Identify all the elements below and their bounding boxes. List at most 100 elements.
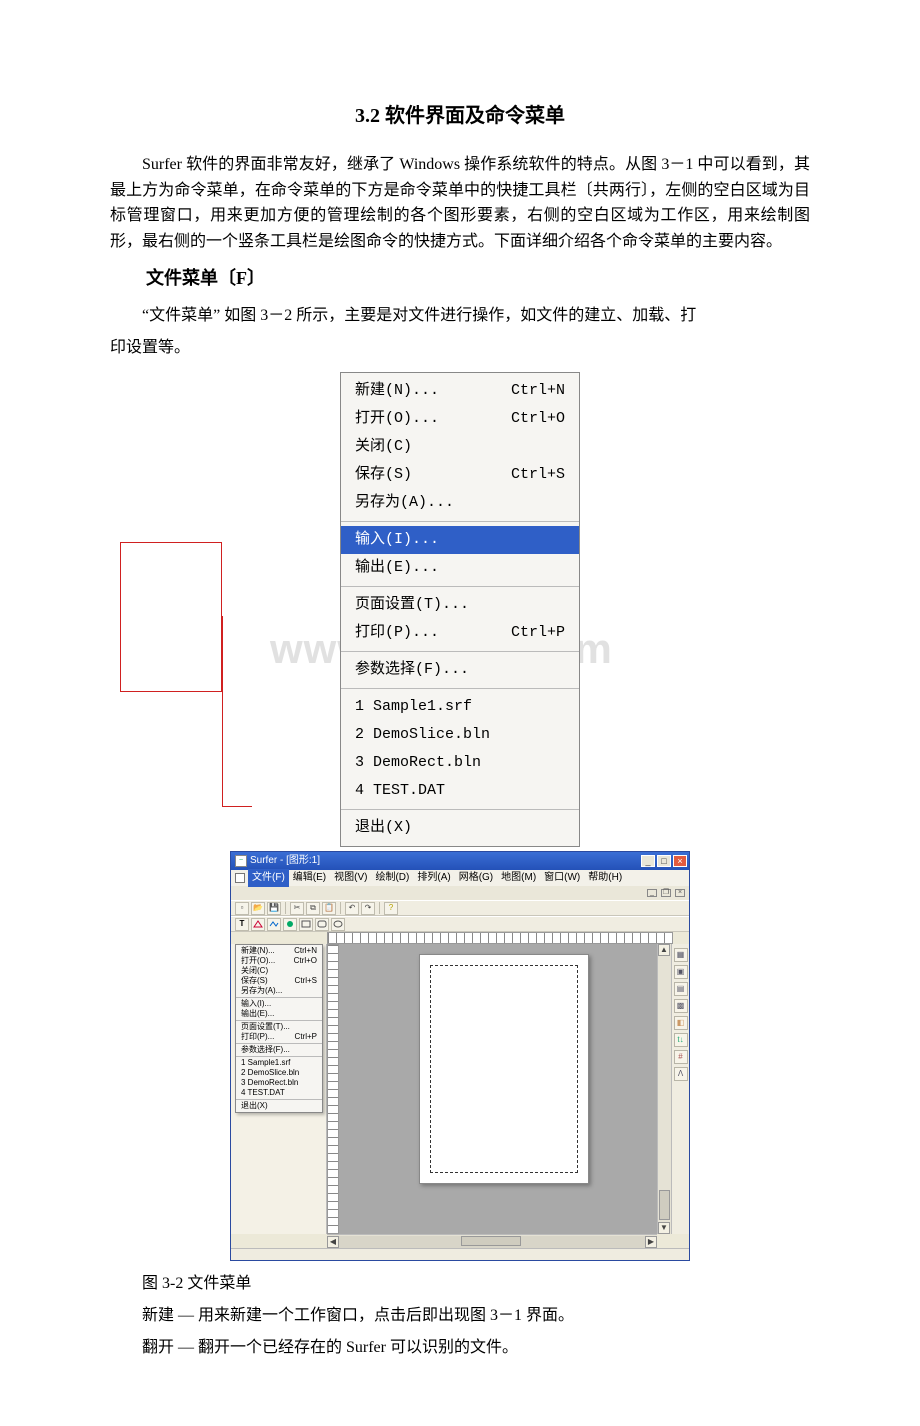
menu-item-import[interactable]: 输入(I)... (341, 526, 579, 554)
callout-connector-h (222, 806, 252, 807)
menu-item-page-setup[interactable]: 页面设置(T)... (341, 591, 579, 619)
tool-polyline-icon[interactable] (267, 918, 281, 931)
menu-help[interactable]: 帮助(H) (584, 869, 626, 887)
menu-item-open[interactable]: 打开(O)...Ctrl+O (341, 405, 579, 433)
tool-rectangle-icon[interactable] (299, 918, 313, 931)
maximize-button[interactable]: □ (657, 855, 671, 867)
menu-item-new[interactable]: 新建(N)...Ctrl+N (341, 377, 579, 405)
menu-edit[interactable]: 编辑(E) (289, 869, 330, 887)
menu-grid[interactable]: 网格(G) (455, 869, 497, 887)
paragraph-open: 翻开 — 翻开一个已经存在的 Surfer 可以识别的文件。 (110, 1335, 810, 1361)
menu-item-recent-1[interactable]: 1 Sample1.srf (341, 693, 579, 721)
tool-redo-icon[interactable]: ↷ (361, 902, 375, 915)
minimize-button[interactable]: _ (641, 855, 655, 867)
menu-map[interactable]: 地图(M) (497, 869, 540, 887)
scrollbar-vertical[interactable]: ▲ ▼ (657, 944, 671, 1234)
mdi-restore-button[interactable]: ❐ (661, 889, 671, 897)
paragraph-2b: 印设置等。 (110, 335, 810, 361)
menu-view[interactable]: 视图(V) (330, 869, 371, 887)
scroll-down-icon[interactable]: ▼ (658, 1222, 670, 1234)
paragraph-1: Surfer 软件的界面非常友好，继承了 Windows 操作系统软件的特点。从… (110, 152, 810, 254)
menu-file[interactable]: 文件(F) (248, 869, 289, 887)
menu-item-preferences[interactable]: 参数选择(F)... (341, 656, 579, 684)
scroll-thumb-v[interactable] (659, 1190, 670, 1220)
menu-item-recent-2[interactable]: 2 DemoSlice.bln (341, 721, 579, 749)
tool-open-icon[interactable]: 📂 (251, 902, 265, 915)
scroll-thumb-h[interactable] (461, 1236, 521, 1246)
file-menu-dropdown: 新建(N)...Ctrl+N 打开(O)...Ctrl+O 关闭(C) 保存(S… (235, 944, 323, 1113)
map-wireframe-icon[interactable]: # (674, 1050, 688, 1064)
toolbar-row-1: ▫ 📂 💾 ✂ ⧉ 📋 ↶ ↷ ? (231, 900, 689, 916)
statusbar (231, 1248, 689, 1260)
window-titlebar[interactable]: ~ Surfer - [图形:1] _ □ × (231, 852, 689, 870)
sm-print[interactable]: 打印(P)...Ctrl+P (236, 1032, 322, 1042)
toolbar-row-2: T (231, 916, 689, 932)
tool-symbol-icon[interactable] (283, 918, 297, 931)
sm-save[interactable]: 保存(S)Ctrl+S (236, 976, 322, 986)
sm-recent-1[interactable]: 1 Sample1.srf (236, 1058, 322, 1068)
window-title: Surfer - [图形:1] (250, 853, 320, 869)
menu-item-recent-3[interactable]: 3 DemoRect.bln (341, 749, 579, 777)
sm-export[interactable]: 输出(E)... (236, 1009, 322, 1019)
scroll-left-icon[interactable]: ◀ (327, 1236, 339, 1248)
sm-preferences[interactable]: 参数选择(F)... (236, 1045, 322, 1055)
menu-item-save[interactable]: 保存(S)Ctrl+S (341, 461, 579, 489)
tool-save-icon[interactable]: 💾 (267, 902, 281, 915)
menu-item-saveas[interactable]: 另存为(A)... (341, 489, 579, 517)
sm-recent-3[interactable]: 3 DemoRect.bln (236, 1078, 322, 1088)
map-surface-icon[interactable]: Λ (674, 1067, 688, 1081)
scroll-right-icon[interactable]: ▶ (645, 1236, 657, 1248)
sm-recent-4[interactable]: 4 TEST.DAT (236, 1088, 322, 1098)
callout-connector-v (222, 616, 223, 806)
tool-ellipse-icon[interactable] (331, 918, 345, 931)
menu-draw[interactable]: 绘制(D) (371, 869, 413, 887)
drawing-canvas[interactable] (339, 944, 657, 1234)
sm-open[interactable]: 打开(O)...Ctrl+O (236, 956, 322, 966)
sm-close[interactable]: 关闭(C) (236, 966, 322, 976)
sm-recent-2[interactable]: 2 DemoSlice.bln (236, 1068, 322, 1078)
scrollbar-horizontal[interactable]: ◀ ▶ (327, 1234, 657, 1248)
subheading-file-menu: 文件菜单〔F〕 (110, 264, 810, 293)
app-icon: ~ (235, 855, 247, 867)
scroll-up-icon[interactable]: ▲ (658, 944, 670, 956)
callout-box (120, 542, 222, 692)
section-title: 3.2 软件界面及命令菜单 (110, 100, 810, 132)
mdi-minimize-button[interactable]: _ (647, 889, 657, 897)
menu-item-close[interactable]: 关闭(C) (341, 433, 579, 461)
paragraph-2a: “文件菜单” 如图 3－2 所示，主要是对文件进行操作，如文件的建立、加载、打 (110, 303, 810, 329)
tool-new-icon[interactable]: ▫ (235, 902, 249, 915)
tool-cut-icon[interactable]: ✂ (290, 902, 304, 915)
menu-item-exit[interactable]: 退出(X) (341, 814, 579, 842)
menu-arrange[interactable]: 排列(A) (413, 869, 454, 887)
tool-copy-icon[interactable]: ⧉ (306, 902, 320, 915)
tool-polygon-icon[interactable] (251, 918, 265, 931)
page (419, 954, 589, 1184)
surfer-app-window: ~ Surfer - [图形:1] _ □ × 文件(F) 编辑(E) 视图(V… (230, 851, 690, 1261)
paragraph-new: 新建 — 用来新建一个工作窗口，点击后即出现图 3－1 界面。 (110, 1303, 810, 1329)
map-vector-icon[interactable]: t↓ (674, 1033, 688, 1047)
map-base-icon[interactable]: ▣ (674, 965, 688, 979)
sm-saveas[interactable]: 另存为(A)... (236, 986, 322, 996)
menu-item-recent-4[interactable]: 4 TEST.DAT (341, 777, 579, 805)
figure-3-2: 新建(N)...Ctrl+N 打开(O)...Ctrl+O 关闭(C) 保存(S… (230, 372, 690, 1261)
close-button[interactable]: × (673, 855, 687, 867)
map-post-icon[interactable]: ▤ (674, 982, 688, 996)
sm-new[interactable]: 新建(N)...Ctrl+N (236, 946, 322, 956)
tool-paste-icon[interactable]: 📋 (322, 902, 336, 915)
map-shaded-icon[interactable]: ◧ (674, 1016, 688, 1030)
sm-exit[interactable]: 退出(X) (236, 1101, 322, 1111)
menu-window[interactable]: 窗口(W) (540, 869, 584, 887)
map-contour-icon[interactable]: ▦ (674, 948, 688, 962)
tool-undo-icon[interactable]: ↶ (345, 902, 359, 915)
tool-text-icon[interactable]: T (235, 918, 249, 931)
menu-item-print[interactable]: 打印(P)...Ctrl+P (341, 619, 579, 647)
file-menu-enlarged: 新建(N)...Ctrl+N 打开(O)...Ctrl+O 关闭(C) 保存(S… (340, 372, 580, 847)
map-image-icon[interactable]: ▩ (674, 999, 688, 1013)
sm-import[interactable]: 输入(I)... (236, 999, 322, 1009)
tool-help-icon[interactable]: ? (384, 902, 398, 915)
selection-box (430, 965, 578, 1173)
mdi-close-button[interactable]: × (675, 889, 685, 897)
menu-item-export[interactable]: 输出(E)... (341, 554, 579, 582)
sm-page-setup[interactable]: 页面设置(T)... (236, 1022, 322, 1032)
tool-rounded-rect-icon[interactable] (315, 918, 329, 931)
